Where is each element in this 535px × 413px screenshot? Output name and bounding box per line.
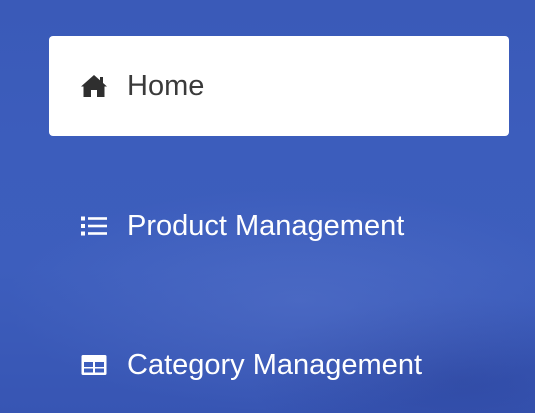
home-icon — [79, 71, 109, 101]
sidebar-item-label: Category Management — [127, 348, 422, 381]
sidebar-item-label: Product Management — [127, 209, 405, 242]
list-icon — [79, 211, 109, 241]
sidebar-item-product-management[interactable]: Product Management — [49, 176, 509, 276]
sidebar-item-label: Home — [127, 69, 205, 102]
sidebar-item-category-management[interactable]: Category Management — [49, 315, 509, 413]
sidebar-nav: Home Product Management Category Managem… — [0, 0, 535, 413]
sidebar-item-home[interactable]: Home — [49, 36, 509, 136]
table-icon — [79, 350, 109, 380]
